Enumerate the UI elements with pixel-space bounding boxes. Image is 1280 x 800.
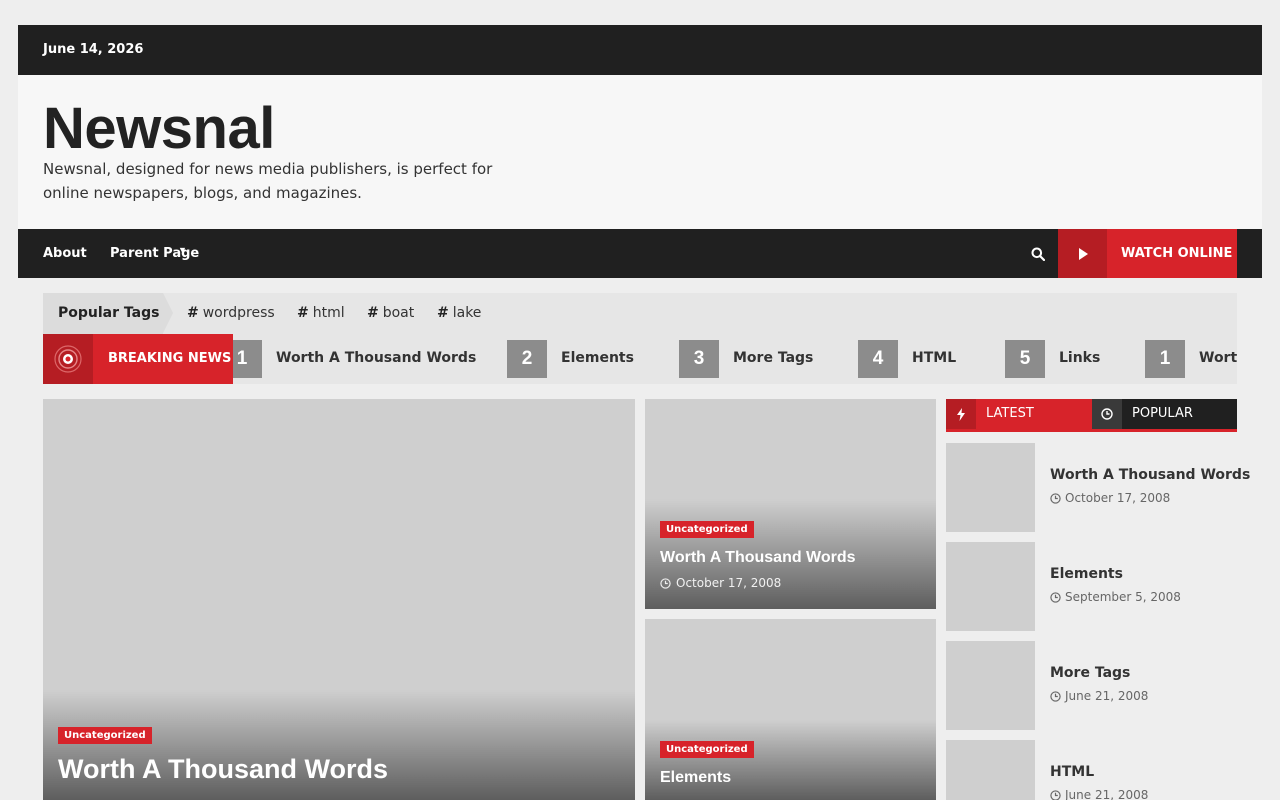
post-date-text: June 21, 2008 [1065, 788, 1149, 800]
ticker-title[interactable]: Worth A Thousand Words [276, 340, 476, 376]
featured-side-card[interactable]: Uncategorized Elements [645, 619, 936, 800]
tab-latest-label: LATEST [986, 406, 1034, 421]
post-date: June 21, 2008 [1050, 788, 1148, 800]
hash-icon: # [187, 305, 199, 321]
tags-title-arrow [163, 293, 173, 333]
tab-popular[interactable]: POPULAR [1092, 399, 1237, 429]
ticker-number: 5 [1005, 340, 1045, 378]
featured-main-card[interactable]: Uncategorized Worth A Thousand Words [43, 399, 635, 800]
tag-link[interactable]: # lake [437, 293, 481, 334]
ticker-number: 2 [507, 340, 547, 378]
site-description: Newsnal, designed for news media publish… [43, 160, 493, 202]
post-date-text: October 17, 2008 [676, 576, 782, 590]
tag-label: html [312, 305, 345, 321]
breaking-news-label: BREAKING NEWS [43, 334, 233, 384]
clock-icon [1050, 789, 1061, 800]
post-date: October 17, 2008 [1050, 491, 1170, 505]
site-title[interactable]: Newsnal [43, 95, 275, 162]
tag-label: lake [452, 305, 482, 321]
ticker-number: 1 [1145, 340, 1185, 378]
hash-icon: # [297, 305, 309, 321]
tag-label: wordpress [202, 305, 275, 321]
tag-link[interactable]: # html [297, 293, 345, 334]
featured-side-title[interactable]: Elements [660, 769, 731, 787]
list-item[interactable]: More Tags June 21, 2008 [946, 641, 1237, 730]
clock-icon [1050, 690, 1061, 702]
post-date-text: October 17, 2008 [1065, 491, 1171, 505]
bolt-icon [946, 399, 976, 429]
watch-online-button[interactable]: WATCH ONLINE [1058, 229, 1237, 278]
clock-icon [1050, 492, 1061, 504]
play-icon [1058, 229, 1107, 278]
post-date: October 17, 2008 [660, 576, 781, 590]
list-item[interactable]: Elements September 5, 2008 [946, 542, 1237, 631]
ticker-number: 3 [679, 340, 719, 378]
list-item[interactable]: Worth A Thousand Words October 17, 2008 [946, 443, 1250, 532]
top-bar: June 14, 2026 [18, 25, 1262, 75]
post-date-text: June 21, 2008 [1065, 689, 1149, 703]
post-date-text: September 5, 2008 [1065, 590, 1181, 604]
search-icon[interactable] [1023, 229, 1053, 278]
hash-icon: # [367, 305, 379, 321]
tag-link[interactable]: # boat [367, 293, 414, 334]
nav-item-about[interactable]: About [43, 229, 87, 278]
ticker-title[interactable]: More Tags [733, 340, 813, 376]
post-title[interactable]: Worth A Thousand Words [1050, 467, 1250, 483]
category-badge[interactable]: Uncategorized [58, 727, 152, 744]
card-overlay [645, 720, 936, 800]
breaking-news-ticker: 1 Worth A Thousand Words 2 Elements 3 Mo… [43, 334, 1237, 384]
site-header: Newsnal Newsnal, designed for news media… [18, 75, 1262, 229]
clock-icon [1092, 399, 1122, 429]
ticker-title[interactable]: Worth A Thousand Words [1199, 340, 1237, 376]
post-title[interactable]: More Tags [1050, 665, 1130, 681]
post-title[interactable]: Elements [1050, 566, 1123, 582]
watch-online-label: WATCH ONLINE [1121, 246, 1233, 261]
current-date: June 14, 2026 [43, 42, 144, 57]
post-thumbnail[interactable] [946, 740, 1035, 800]
post-thumbnail[interactable] [946, 443, 1035, 532]
chevron-down-icon[interactable]: ▼ [178, 245, 187, 255]
featured-side-card[interactable]: Uncategorized Worth A Thousand Words Oct… [645, 399, 936, 609]
tag-label: boat [382, 305, 415, 321]
post-date: June 21, 2008 [1050, 689, 1148, 703]
tag-link[interactable]: # wordpress [187, 293, 275, 334]
ticker-title[interactable]: HTML [912, 340, 956, 376]
post-thumbnail[interactable] [946, 641, 1035, 730]
ticker-number: 4 [858, 340, 898, 378]
broadcast-icon [43, 334, 93, 384]
post-date: September 5, 2008 [1050, 590, 1181, 604]
popular-tags-bar: Popular Tags # wordpress # html # boat # lak… [43, 293, 1237, 334]
featured-main-title[interactable]: Worth A Thousand Words [58, 754, 388, 785]
ticker-title[interactable]: Elements [561, 340, 634, 376]
breaking-news-text: BREAKING NEWS [108, 351, 232, 366]
post-thumbnail[interactable] [946, 542, 1035, 631]
clock-icon [1050, 591, 1061, 603]
ticker-title[interactable]: Links [1059, 340, 1100, 376]
clock-icon [660, 577, 671, 589]
featured-side-title[interactable]: Worth A Thousand Words [660, 549, 856, 567]
sidebar-tabs: LATEST POPULAR [946, 399, 1237, 432]
popular-tags-title: Popular Tags [43, 293, 163, 334]
tab-latest[interactable]: LATEST [946, 399, 1092, 429]
list-item[interactable]: HTML June 21, 2008 [946, 740, 1237, 800]
category-badge[interactable]: Uncategorized [660, 521, 754, 538]
category-badge[interactable]: Uncategorized [660, 741, 754, 758]
post-title[interactable]: HTML [1050, 764, 1094, 780]
hash-icon: # [437, 305, 449, 321]
main-nav: About Parent Page ▼ WATCH ONLINE [18, 229, 1262, 278]
tab-popular-label: POPULAR [1132, 406, 1193, 421]
